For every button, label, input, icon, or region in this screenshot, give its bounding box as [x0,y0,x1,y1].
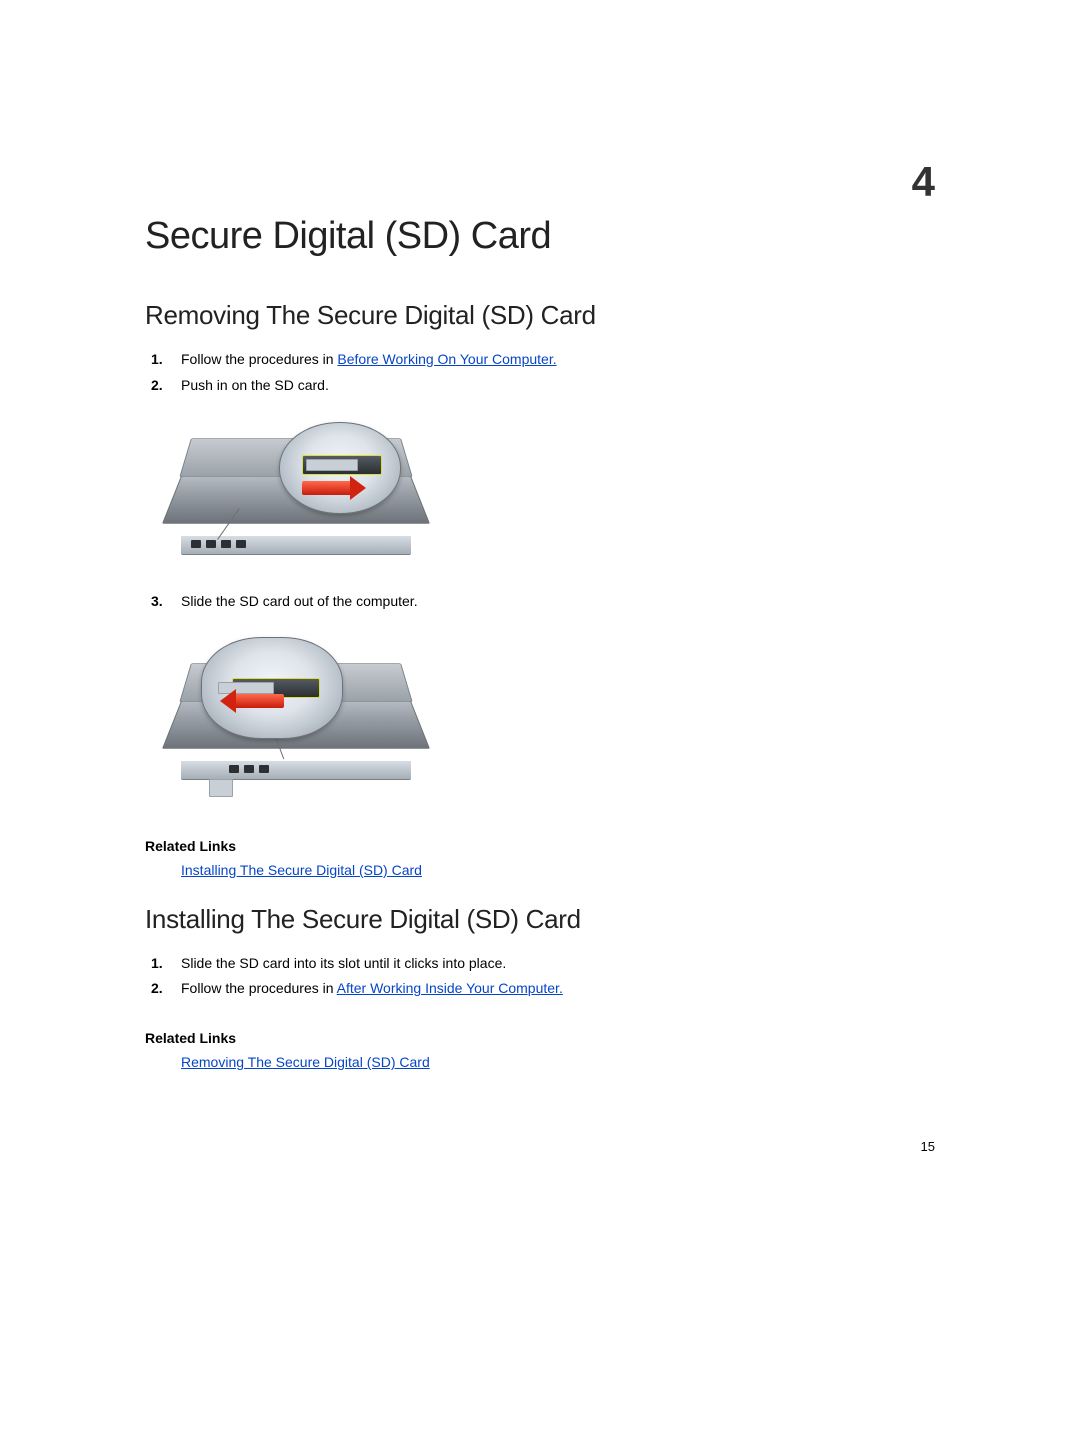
step-text: Follow the procedures in [181,980,337,996]
removing-step-1: Follow the procedures in Before Working … [145,349,935,371]
figure-push-sd-card [181,416,935,581]
removing-steps-cont: Slide the SD card out of the computer. [145,591,935,613]
related-link-item: Installing The Secure Digital (SD) Card [181,860,935,882]
removing-step-2: Push in on the SD card. [145,375,935,397]
removing-step-3: Slide the SD card out of the computer. [145,591,935,613]
related-links-list-2: Removing The Secure Digital (SD) Card [145,1052,935,1074]
link-after-working[interactable]: After Working Inside Your Computer. [337,980,563,996]
related-links-title: Related Links [145,838,935,854]
removing-steps: Follow the procedures in Before Working … [145,349,935,396]
step-text: Follow the procedures in [181,351,337,367]
link-installing-sd[interactable]: Installing The Secure Digital (SD) Card [181,862,422,878]
installing-step-2: Follow the procedures in After Working I… [145,978,935,1000]
chapter-title: Secure Digital (SD) Card [145,215,935,258]
link-before-working[interactable]: Before Working On Your Computer. [337,351,556,367]
related-links-title-2: Related Links [145,1030,935,1046]
callout-sd-slot [279,422,401,514]
chapter-number: 4 [912,158,935,206]
arrow-icon [224,694,274,708]
section-title-removing: Removing The Secure Digital (SD) Card [145,300,935,331]
related-links-list: Installing The Secure Digital (SD) Card [145,860,935,882]
page: 4 Secure Digital (SD) Card Removing The … [0,0,1080,1074]
page-number: 15 [921,1139,935,1154]
section-title-installing: Installing The Secure Digital (SD) Card [145,904,935,935]
callout-sd-remove [201,637,343,739]
installing-steps: Slide the SD card into its slot until it… [145,953,935,1000]
sd-card-icon [209,779,233,797]
installing-step-1: Slide the SD card into its slot until it… [145,953,935,975]
related-link-item: Removing The Secure Digital (SD) Card [181,1052,935,1074]
figure-slide-sd-card [181,633,935,808]
link-removing-sd[interactable]: Removing The Secure Digital (SD) Card [181,1054,430,1070]
arrow-icon [302,481,352,495]
